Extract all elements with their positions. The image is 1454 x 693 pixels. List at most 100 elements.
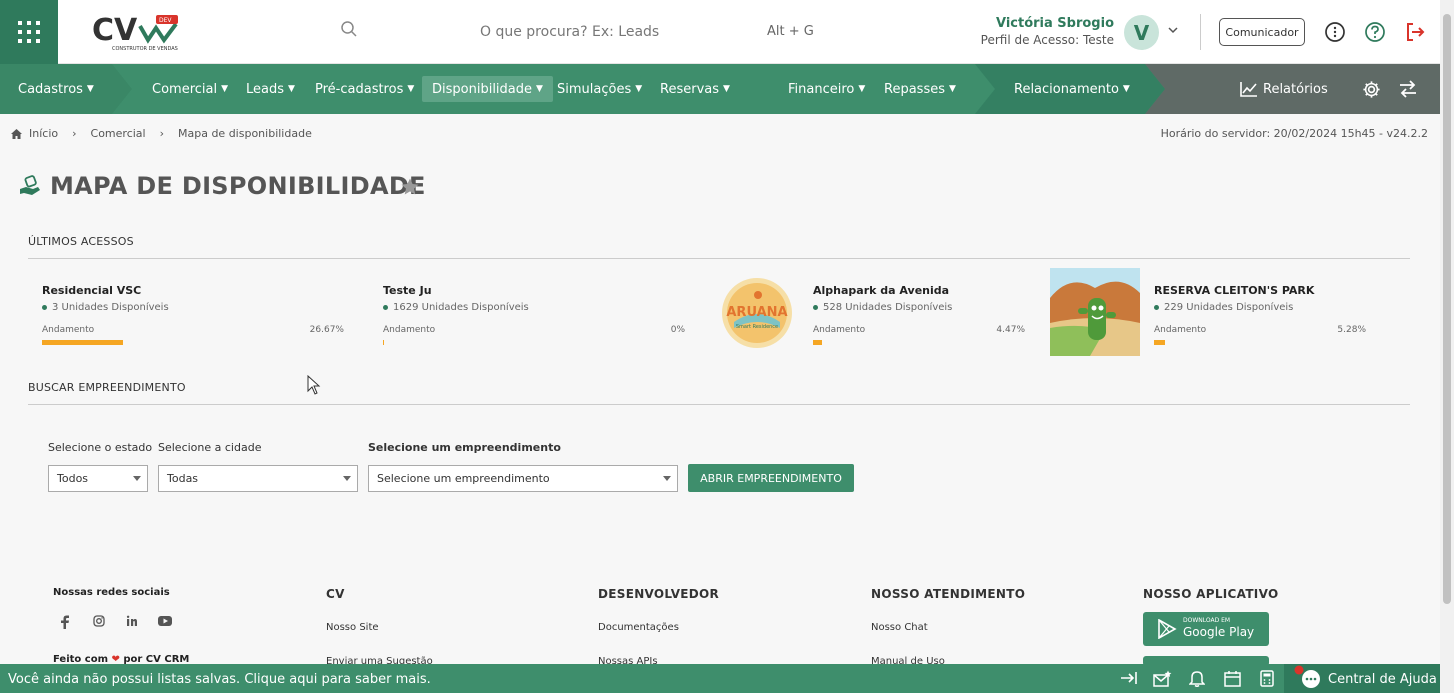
calendar-icon[interactable]	[1224, 670, 1241, 687]
avatar[interactable]: V	[1124, 15, 1159, 50]
footer-link[interactable]: Documentações	[598, 622, 679, 633]
user-name[interactable]: Victória Sbrogio	[996, 16, 1114, 31]
recent-card[interactable]: ARUANA Smart Residence Alphapark da Aven…	[718, 268, 1058, 356]
card-progress-percent: 5.28%	[1337, 325, 1366, 335]
nav-relacionamento[interactable]: Relacionamento ▼	[1014, 64, 1130, 114]
state-label: Selecione o estado	[48, 441, 153, 454]
user-profile: Perfil de Acesso: Teste	[980, 33, 1114, 47]
city-select[interactable]: Todas	[158, 465, 358, 492]
nav-leads[interactable]: Leads ▼	[246, 64, 295, 114]
logout-icon[interactable]	[1404, 21, 1426, 43]
card-units: 528 Unidades Disponíveis	[813, 302, 952, 313]
help-center-label: Central de Ajuda	[1328, 672, 1437, 687]
header-divider	[1200, 14, 1201, 50]
nav-financeiro[interactable]: Financeiro ▼	[788, 64, 865, 114]
main-nav: Cadastros ▼ Comercial ▼ Leads ▼ Pré-cadastr…	[0, 64, 1440, 114]
footer-cv-head: CV	[326, 587, 345, 601]
project-select[interactable]: Selecione um empreendimento	[368, 465, 678, 492]
recent-card[interactable]: RESERVA CLEITON'S PARK 229 Unidades Disp…	[1050, 268, 1390, 356]
help-icon[interactable]	[1364, 21, 1386, 43]
state-select-value: Todos	[57, 472, 89, 485]
card-name: Alphapark da Avenida	[813, 284, 950, 297]
footer-link[interactable]: Nosso Site	[326, 622, 379, 633]
aruana-text: ARUANA	[726, 305, 787, 320]
open-project-button[interactable]: ABRIR EMPREENDIMENTO	[688, 464, 854, 492]
state-select[interactable]: Todos	[48, 465, 148, 492]
city-label: Selecione a cidade	[158, 441, 262, 454]
chevron-down-icon[interactable]	[1167, 24, 1179, 36]
info-icon[interactable]	[1324, 21, 1346, 43]
vertical-scrollbar[interactable]	[1440, 0, 1454, 693]
page-title: MAPA DE DISPONIBILIDADE	[50, 172, 426, 200]
breadcrumb-inicio[interactable]: Início	[29, 127, 58, 140]
help-center-button[interactable]: Central de Ajuda	[1284, 664, 1440, 693]
nav-simulacoes[interactable]: Simulações ▼	[557, 64, 642, 114]
card-units: 229 Unidades Disponíveis	[1154, 302, 1293, 313]
nav-comercial[interactable]: Comercial ▼	[152, 64, 228, 114]
chevron-down-icon: ▼	[536, 84, 543, 94]
star-icon[interactable]	[400, 177, 420, 197]
nav-label: Reservas	[660, 81, 719, 97]
swap-icon[interactable]	[1398, 80, 1418, 98]
search-input[interactable]	[480, 20, 750, 44]
nav-label: Relatórios	[1263, 81, 1328, 97]
cv-logo[interactable]: CV DEV CONSTRUTOR DE VENDAS	[92, 12, 184, 54]
footer-link[interactable]: Nosso Chat	[871, 622, 928, 633]
google-play-big: Google Play	[1183, 625, 1255, 639]
breadcrumb: Início › Comercial › Mapa de disponibili…	[10, 127, 312, 140]
bell-icon[interactable]	[1189, 670, 1205, 687]
home-icon[interactable]	[10, 128, 23, 140]
footer-cv: CV	[326, 587, 345, 601]
collapse-right-icon[interactable]	[1120, 670, 1138, 686]
search-icon[interactable]	[340, 20, 358, 38]
breadcrumb-current: Mapa de disponibilidade	[178, 127, 312, 140]
scrollbar-thumb[interactable]	[1443, 14, 1451, 604]
instagram-icon[interactable]	[93, 615, 105, 627]
nav-label: Comercial	[152, 81, 218, 97]
breadcrumb-comercial[interactable]: Comercial	[91, 127, 146, 140]
nav-pre-cadastros[interactable]: Pré-cadastros ▼	[315, 64, 414, 114]
calculator-icon[interactable]	[1260, 670, 1274, 687]
recent-card[interactable]: Residencial VSC 3 Unidades Disponíveis A…	[42, 268, 382, 356]
google-play-button[interactable]: DOWNLOAD EM Google Play	[1143, 612, 1269, 646]
chart-line-icon	[1240, 82, 1257, 97]
gear-icon[interactable]	[1362, 80, 1381, 99]
chevron-down-icon: ▼	[407, 84, 415, 94]
mouse-cursor-icon	[307, 375, 321, 395]
card-units: 1629 Unidades Disponíveis	[383, 302, 529, 313]
nav-repasses[interactable]: Repasses ▼	[884, 64, 956, 114]
card-units: 3 Unidades Disponíveis	[42, 302, 169, 313]
mail-star-icon[interactable]	[1153, 670, 1173, 687]
nav-relatorios[interactable]: Relatórios	[1240, 64, 1328, 114]
nav-disponibilidade[interactable]: Disponibilidade ▼	[422, 76, 553, 102]
nav-label: Financeiro	[788, 81, 855, 97]
server-time: Horário do servidor: 20/02/2024 15h45 - …	[1160, 127, 1428, 140]
nav-label: Relacionamento	[1014, 81, 1119, 97]
card-progress-percent: 26.67%	[309, 325, 344, 335]
recent-card[interactable]: Teste Ju 1629 Unidades Disponíveis Andam…	[383, 268, 723, 356]
progress-fill	[1154, 340, 1166, 345]
linkedin-icon[interactable]	[126, 615, 138, 627]
facebook-icon[interactable]	[60, 615, 70, 629]
card-name: Teste Ju	[383, 284, 432, 297]
card-name: Residencial VSC	[42, 284, 142, 297]
logo-text: CV	[92, 13, 138, 48]
chevron-down-icon: ▼	[723, 84, 730, 94]
chevron-right-icon: ›	[72, 127, 77, 140]
youtube-icon[interactable]	[158, 616, 172, 626]
nav-cadastros[interactable]: Cadastros ▼	[18, 64, 94, 114]
chevron-down-icon: ▼	[1122, 84, 1130, 94]
communicator-button[interactable]: Comunicador	[1219, 18, 1305, 46]
nav-reservas[interactable]: Reservas ▼	[660, 64, 730, 114]
chevron-down-icon: ▼	[635, 84, 643, 94]
progress-bar	[813, 340, 1025, 345]
chevron-down-icon: ▼	[221, 84, 229, 94]
aruana-subtext: Smart Residence	[736, 324, 778, 330]
hand-money-icon	[20, 175, 40, 195]
apps-menu-button[interactable]	[0, 0, 58, 64]
chevron-right-icon: ›	[159, 127, 164, 140]
progress-bar	[1154, 340, 1366, 345]
card-progress-percent: 4.47%	[996, 325, 1025, 335]
saved-lists-message[interactable]: Você ainda não possui listas salvas. Cli…	[8, 672, 431, 687]
footer-app-head: NOSSO APLICATIVO	[1143, 587, 1279, 601]
